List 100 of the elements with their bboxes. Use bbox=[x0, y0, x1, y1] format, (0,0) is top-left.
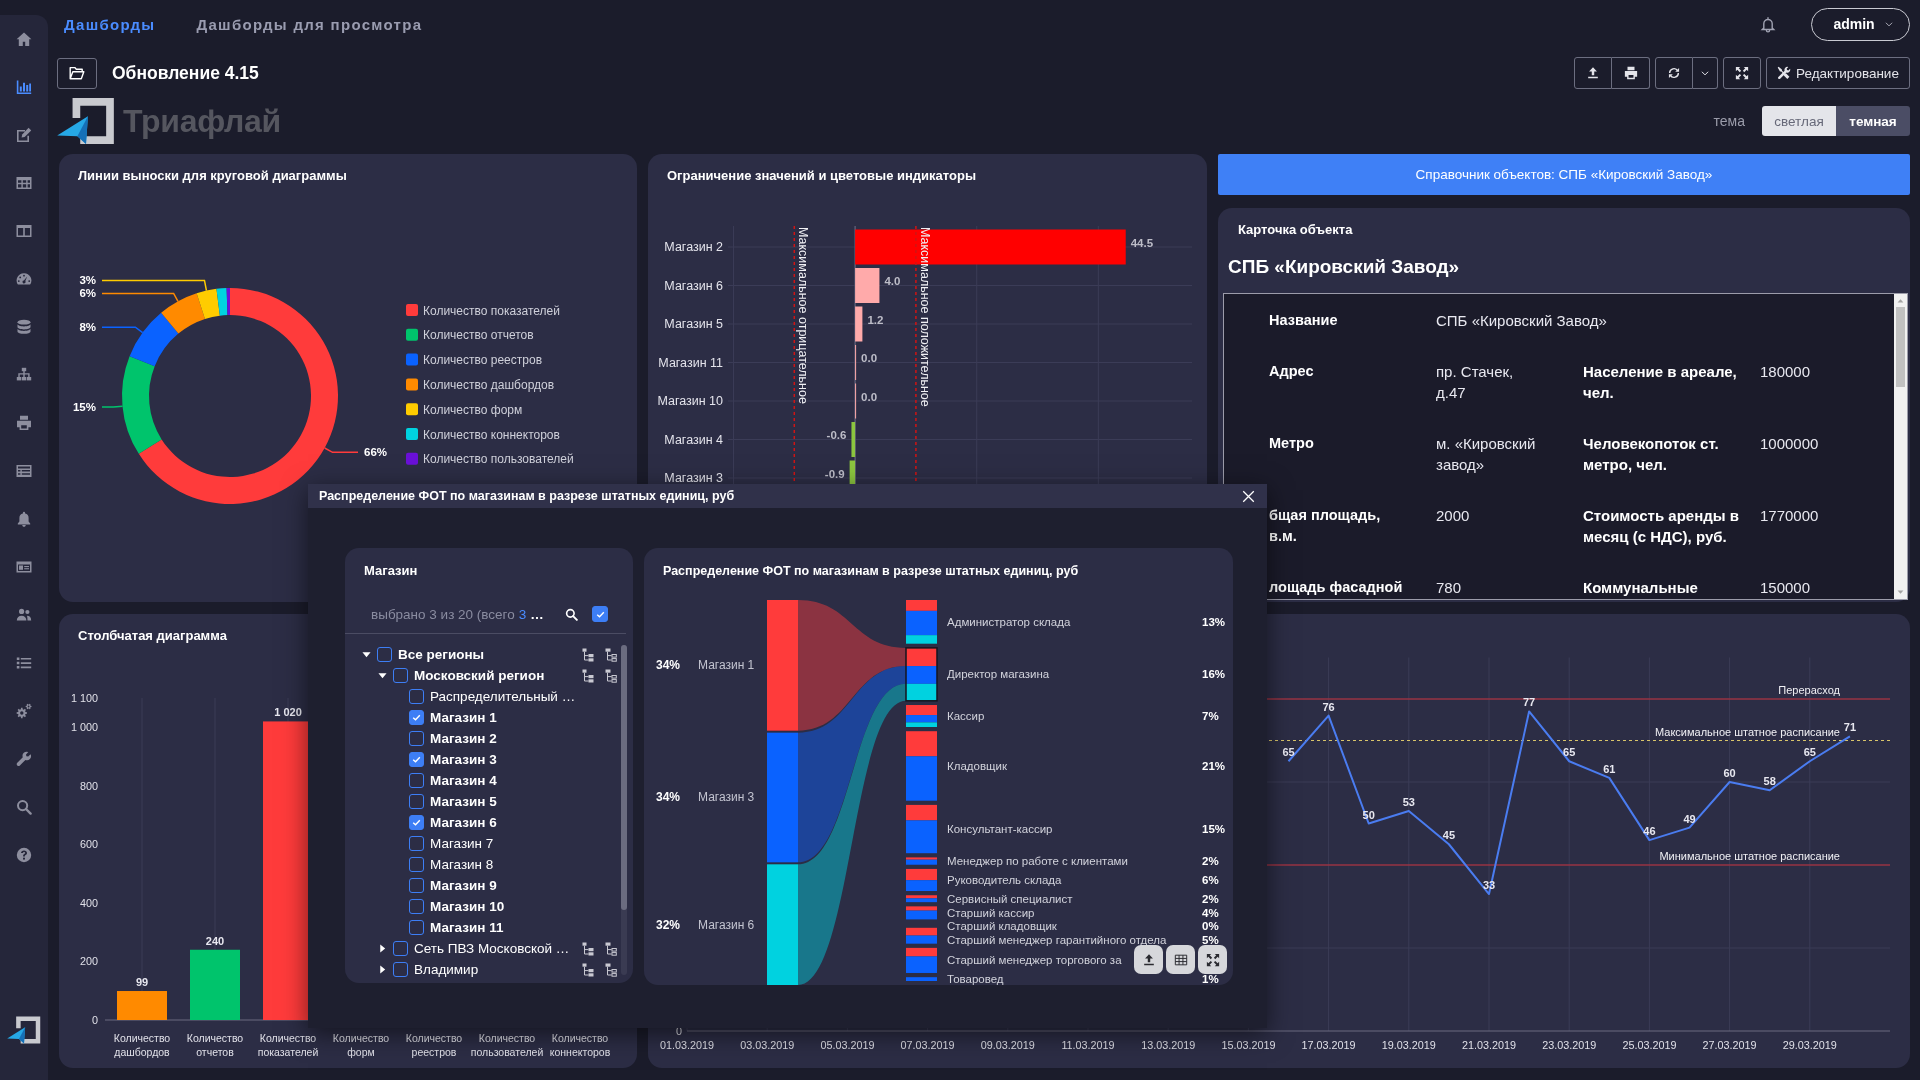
checkbox[interactable] bbox=[409, 836, 424, 851]
checkbox[interactable] bbox=[393, 941, 408, 956]
expand-tree-icon[interactable] bbox=[582, 941, 594, 956]
checkbox[interactable] bbox=[409, 689, 424, 704]
refresh-options-button[interactable] bbox=[1693, 57, 1718, 89]
database-icon[interactable] bbox=[16, 319, 32, 335]
table-icon[interactable] bbox=[16, 175, 32, 191]
collapse-tree-icon[interactable] bbox=[605, 647, 617, 662]
axis-label: 600 bbox=[80, 838, 98, 851]
edit-icon[interactable] bbox=[16, 127, 32, 143]
expand-tree-icon[interactable] bbox=[582, 668, 594, 683]
axis-label: 25.03.2019 bbox=[1622, 1039, 1677, 1051]
field-label: Население в ареале, чел. bbox=[1583, 362, 1738, 403]
node-label: Старший менеджер гарантийного отдела bbox=[947, 933, 1167, 946]
callout-line bbox=[323, 447, 359, 454]
tree-item[interactable]: Магазин 5 bbox=[430, 794, 497, 809]
checkbox[interactable] bbox=[409, 878, 424, 893]
caret-icon[interactable] bbox=[377, 671, 387, 680]
tree-item[interactable]: Сеть ПВЗ Московской … bbox=[414, 941, 570, 956]
checkbox[interactable] bbox=[409, 710, 424, 725]
checkbox[interactable] bbox=[592, 606, 608, 622]
selected-count-link[interactable]: 3 bbox=[518, 606, 527, 622]
nav-tab[interactable]: Дашборды bbox=[64, 15, 156, 33]
rows-icon[interactable] bbox=[16, 463, 32, 479]
tree-item[interactable]: Магазин 4 bbox=[430, 773, 497, 788]
sitemap-icon[interactable] bbox=[16, 367, 32, 383]
field-value: СПБ «Кировский Завод» bbox=[1436, 311, 1607, 331]
node-label: Консультант-кассир bbox=[947, 823, 1053, 836]
caret-icon[interactable] bbox=[377, 965, 387, 974]
scrollbar[interactable] bbox=[621, 645, 627, 975]
collapse-tree-icon[interactable] bbox=[605, 941, 617, 956]
users-icon[interactable] bbox=[16, 607, 32, 623]
collapse-tree-icon[interactable] bbox=[605, 962, 617, 977]
theme-option[interactable]: темная bbox=[1836, 106, 1910, 136]
columns-icon[interactable] bbox=[16, 223, 32, 239]
tree-item[interactable]: Все регионы bbox=[398, 647, 485, 662]
help-icon[interactable] bbox=[16, 847, 32, 863]
export-button[interactable] bbox=[1574, 57, 1612, 89]
tree-item[interactable]: Магазин 3 bbox=[430, 752, 497, 767]
theme-option[interactable]: светлая bbox=[1762, 106, 1836, 136]
field-label: Человекопоток ст. метро, чел. bbox=[1583, 434, 1720, 475]
data-label: 61 bbox=[1603, 762, 1616, 775]
tree-item[interactable]: Московский регион bbox=[414, 668, 545, 683]
scrollbar-thumb[interactable] bbox=[1896, 307, 1905, 387]
search-icon[interactable] bbox=[565, 607, 578, 621]
tree-item[interactable]: Магазин 8 bbox=[430, 857, 494, 872]
checkbox[interactable] bbox=[409, 920, 424, 935]
bar-chart-icon[interactable] bbox=[16, 79, 32, 95]
checkbox[interactable] bbox=[409, 731, 424, 746]
fullscreen-button[interactable] bbox=[1198, 945, 1227, 974]
bell-icon[interactable] bbox=[16, 511, 32, 527]
data-label: 77 bbox=[1522, 696, 1536, 709]
gears-icon[interactable] bbox=[16, 703, 32, 719]
checkbox[interactable] bbox=[393, 962, 408, 977]
caret-icon[interactable] bbox=[361, 650, 371, 659]
tree-item[interactable]: Магазин 11 bbox=[430, 920, 504, 935]
tree-item[interactable]: Распределительный … bbox=[430, 689, 576, 704]
checkbox[interactable] bbox=[409, 899, 424, 914]
checkbox[interactable] bbox=[409, 773, 424, 788]
checkbox[interactable] bbox=[409, 794, 424, 809]
tree-item[interactable]: Магазин 9 bbox=[430, 878, 497, 893]
collapse-tree-icon[interactable] bbox=[605, 668, 617, 683]
axis-label: Количество дашбордов bbox=[113, 1032, 171, 1058]
checkbox[interactable] bbox=[377, 647, 392, 662]
checkbox[interactable] bbox=[393, 668, 408, 683]
home-icon[interactable] bbox=[16, 31, 32, 47]
close-button[interactable] bbox=[1242, 489, 1255, 503]
edit-button[interactable]: Редактирование bbox=[1766, 57, 1910, 89]
bell-icon[interactable] bbox=[1760, 15, 1776, 33]
id-card-icon[interactable] bbox=[16, 559, 32, 575]
tree-item[interactable]: Магазин 2 bbox=[430, 731, 497, 746]
scrollbar-thumb[interactable] bbox=[621, 645, 627, 910]
checkbox[interactable] bbox=[409, 752, 424, 767]
refresh-button[interactable] bbox=[1655, 57, 1693, 89]
tree-item[interactable]: Магазин 1 bbox=[430, 710, 497, 725]
fullscreen-button[interactable] bbox=[1723, 57, 1761, 89]
list-icon[interactable] bbox=[16, 655, 32, 671]
checkbox[interactable] bbox=[409, 857, 424, 872]
axis-label: Количество реестров bbox=[405, 1032, 463, 1058]
nav-tab[interactable]: Дашборды для просмотра bbox=[196, 15, 423, 33]
reference-label: Минимальное штатное расписание bbox=[1659, 850, 1840, 862]
gauge-icon[interactable] bbox=[16, 271, 32, 287]
tree-item[interactable]: Магазин 10 bbox=[430, 899, 505, 914]
table-view-button[interactable] bbox=[1166, 945, 1195, 974]
field-value: м. «Кировский завод» bbox=[1436, 434, 1537, 475]
print-button[interactable] bbox=[1612, 57, 1650, 89]
axis-label: 800 bbox=[80, 779, 98, 792]
tree-item[interactable]: Магазин 7 bbox=[430, 836, 494, 851]
export-button[interactable] bbox=[1134, 945, 1163, 974]
tree-item[interactable]: Магазин 6 bbox=[430, 815, 497, 830]
expand-tree-icon[interactable] bbox=[582, 647, 594, 662]
scrollbar[interactable] bbox=[1894, 294, 1907, 599]
checkbox[interactable] bbox=[409, 815, 424, 830]
printer-icon[interactable] bbox=[16, 415, 32, 431]
field-value: 1770000 bbox=[1760, 506, 1819, 526]
expand-tree-icon[interactable] bbox=[582, 962, 594, 977]
tree-item[interactable]: Владимир bbox=[414, 962, 479, 977]
folder-button[interactable] bbox=[57, 57, 97, 89]
caret-icon[interactable] bbox=[377, 944, 387, 953]
wrench-icon[interactable] bbox=[16, 751, 32, 767]
